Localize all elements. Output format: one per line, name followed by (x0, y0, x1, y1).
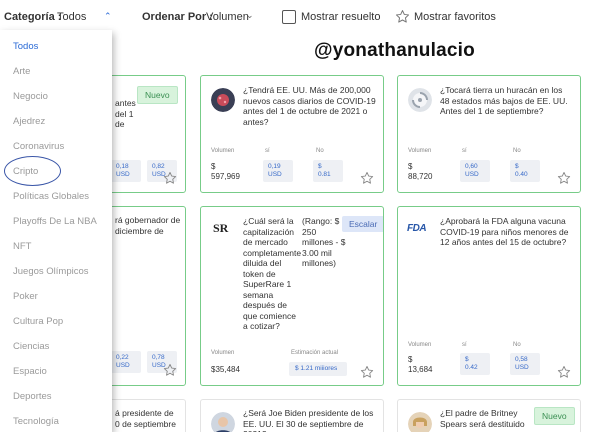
volume-value: $88,720 (408, 162, 433, 181)
market-card[interactable]: rá gobernador de diciembre de 0,22 USD 0,… (100, 206, 186, 386)
yes-price[interactable]: $0.42 (460, 353, 490, 375)
yes-price[interactable]: 0,60 USD (460, 160, 490, 182)
card-question: ¿Tendrá EE. UU. Más de 200,000 nuevos ca… (243, 85, 376, 127)
card-question: ¿Será Joe Biden presidente de los EE. UU… (243, 408, 374, 432)
card-question: ¿Tocará tierra un huracán en los 48 esta… (440, 85, 568, 116)
show-resolved-label[interactable]: Mostrar resuelto (301, 11, 380, 23)
card-question: antes del 1 de (115, 98, 136, 129)
no-price[interactable]: 0,58 USD (510, 353, 540, 375)
fda-logo: FDA (407, 223, 427, 234)
category-option-poker[interactable]: Poker (13, 291, 38, 302)
watermark: @yonathanulacio (314, 40, 475, 61)
category-option-nft[interactable]: NFT (13, 241, 31, 252)
volume-value: $35,484 (211, 365, 240, 374)
estimate-label: Estimación actual (291, 350, 339, 356)
category-option-cultura-pop[interactable]: Cultura Pop (13, 316, 63, 327)
card-question: ¿Cuál será la capitalización de mercado … (243, 216, 302, 331)
market-card-superrare[interactable]: SR ¿Cuál será la capitalización de merca… (200, 206, 384, 386)
category-option-ajedrez[interactable]: Ajedrez (13, 116, 45, 127)
card-question: ¿El padre de Britney Spears será destitu… (440, 408, 525, 432)
category-option-deportes[interactable]: Deportes (13, 391, 52, 402)
volume-label: Volumen (211, 148, 235, 154)
highlight-circle (4, 156, 61, 186)
biden-avatar (211, 412, 235, 432)
favorite-star-icon[interactable] (163, 363, 177, 377)
favorite-star-icon[interactable] (557, 365, 571, 379)
card-question: rá gobernador de diciembre de (115, 215, 181, 236)
volume-value: $13,684 (408, 355, 433, 374)
order-select[interactable]: Volumen (206, 11, 249, 23)
order-label: Ordenar Por : (142, 11, 213, 23)
favorite-star-icon[interactable] (360, 365, 374, 379)
estimate-value[interactable]: $ 1.21 miiiores (289, 362, 347, 376)
range-text: (Rango: $ 250 millones - $ 3.00 mil mill… (302, 216, 346, 268)
yes-label: sí (265, 148, 270, 154)
market-card-britney[interactable]: ¿El padre de Britney Spears será destitu… (397, 399, 581, 432)
covid-virus-icon (211, 88, 235, 112)
filter-bar: Categoría : Todos ⌃ Ordenar Por : Volume… (0, 0, 589, 34)
market-card-fda[interactable]: FDA ¿Aprobará la FDA alguna vacuna COVID… (397, 206, 581, 386)
favorite-star-icon[interactable] (163, 171, 177, 185)
category-dropdown[interactable]: Todos Arte Negocio Ajedrez Coronavirus C… (0, 30, 112, 432)
show-resolved-checkbox[interactable] (282, 10, 296, 24)
volume-label: Volumen (408, 342, 432, 348)
category-label: Categoría : (4, 11, 62, 23)
yes-price[interactable]: 0,18 USD (111, 160, 141, 182)
category-option-tecnologia[interactable]: Tecnología (13, 416, 59, 427)
volume-label: Volumen (408, 148, 432, 154)
market-card-biden[interactable]: ¿Será Joe Biden presidente de los EE. UU… (200, 399, 384, 432)
chevron-down-icon[interactable]: ⌄ (246, 10, 254, 21)
category-option-arte[interactable]: Arte (13, 66, 30, 77)
yes-label: sí (462, 148, 467, 154)
favorites-star-icon[interactable] (395, 9, 410, 24)
card-question: á presidente de 0 de septiembre (115, 408, 176, 429)
show-favorites-label[interactable]: Mostrar favoritos (414, 11, 496, 23)
no-price[interactable]: $0.81 (313, 160, 343, 182)
new-badge: Nuevo (534, 407, 575, 425)
yes-price[interactable]: 0,22 USD (111, 351, 141, 373)
chevron-up-icon[interactable]: ⌃ (104, 11, 112, 22)
category-option-ciencias[interactable]: Ciencias (13, 341, 49, 352)
volume-label: Volumen (211, 350, 235, 356)
category-option-espacio[interactable]: Espacio (13, 366, 47, 377)
category-option-coronavirus[interactable]: Coronavirus (13, 141, 64, 152)
category-option-politicas-globales[interactable]: Políticas Globales (13, 191, 89, 202)
market-card[interactable]: á presidente de 0 de septiembre (100, 399, 186, 432)
superrare-logo: SR (213, 221, 229, 235)
no-label: No (513, 148, 521, 154)
favorite-star-icon[interactable] (360, 171, 374, 185)
no-price[interactable]: $0.40 (510, 160, 540, 182)
market-card-covid[interactable]: ¿Tendrá EE. UU. Más de 200,000 nuevos ca… (200, 75, 384, 193)
yes-price[interactable]: 0,19 USD (263, 160, 293, 182)
category-option-playoffs-nba[interactable]: Playoffs De La NBA (13, 216, 97, 227)
yes-label: sí (462, 342, 467, 348)
hurricane-icon (408, 88, 432, 112)
volume-value: $597,969 (211, 162, 240, 181)
favorite-star-icon[interactable] (557, 171, 571, 185)
category-option-juegos-olimpicos[interactable]: Juegos Olímpicos (13, 266, 89, 277)
britney-avatar (408, 412, 432, 432)
card-question: ¿Aprobará la FDA alguna vacuna COVID-19 … (440, 216, 569, 247)
no-label: No (513, 342, 521, 348)
new-badge: Nuevo (137, 86, 178, 104)
market-card-hurricane[interactable]: ¿Tocará tierra un huracán en los 48 esta… (397, 75, 581, 193)
market-card[interactable]: antes del 1 de Nuevo 0,18 USD 0,82 USD (100, 75, 186, 193)
category-option-negocio[interactable]: Negocio (13, 91, 48, 102)
no-label: No (316, 148, 324, 154)
scalar-badge: Escalar (342, 216, 383, 232)
category-select[interactable]: Todos (57, 11, 86, 23)
category-option-todos[interactable]: Todos (13, 41, 38, 52)
